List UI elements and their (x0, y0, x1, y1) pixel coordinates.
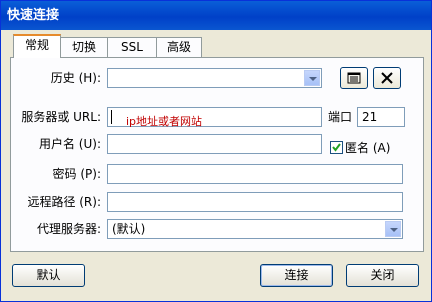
chevron-down-icon[interactable] (385, 221, 401, 237)
port-label: 端口 (328, 110, 353, 124)
anonymous-label[interactable]: 匿名 (A) (345, 138, 390, 158)
anonymous-checkbox[interactable] (330, 141, 343, 154)
password-label: 密码 (P): (52, 167, 101, 181)
tab-general[interactable]: 常规 (13, 34, 61, 58)
proxy-select[interactable]: (默认) (107, 219, 403, 239)
password-input[interactable] (107, 164, 403, 184)
username-input[interactable] (107, 134, 322, 154)
checkmark-icon (332, 143, 341, 152)
port-input[interactable]: 21 (357, 107, 405, 127)
tab-ssl[interactable]: SSL (107, 37, 157, 57)
close-button[interactable]: 关闭 (346, 264, 419, 287)
default-button[interactable]: 默认 (12, 264, 85, 287)
server-label: 服务器或 URL: (21, 110, 101, 124)
list-icon (347, 72, 361, 84)
history-combo[interactable] (107, 68, 322, 88)
server-hint: ip地址或者网站 (126, 115, 203, 128)
history-delete-button[interactable] (373, 67, 401, 89)
history-manage-button[interactable] (340, 67, 368, 89)
text-cursor (111, 110, 112, 124)
username-label: 用户名 (U): (38, 137, 101, 151)
tab-switch[interactable]: 切换 (60, 37, 108, 57)
quick-connect-dialog: 快速连接 常规 切换 SSL 高级 历史 (H): 服务器或 URL: ip地址… (0, 0, 432, 302)
proxy-label: 代理服务器: (36, 222, 101, 236)
history-label: 历史 (H): (50, 71, 101, 85)
close-icon (381, 72, 393, 84)
remote-path-label: 远程路径 (R): (27, 195, 101, 209)
title-bar: 快速连接 (1, 1, 431, 30)
proxy-value: (默认) (112, 222, 146, 236)
connect-button[interactable]: 连接 (260, 264, 333, 287)
chevron-down-icon[interactable] (304, 70, 320, 86)
tab-advanced[interactable]: 高级 (156, 37, 202, 57)
remote-path-input[interactable] (107, 192, 403, 212)
